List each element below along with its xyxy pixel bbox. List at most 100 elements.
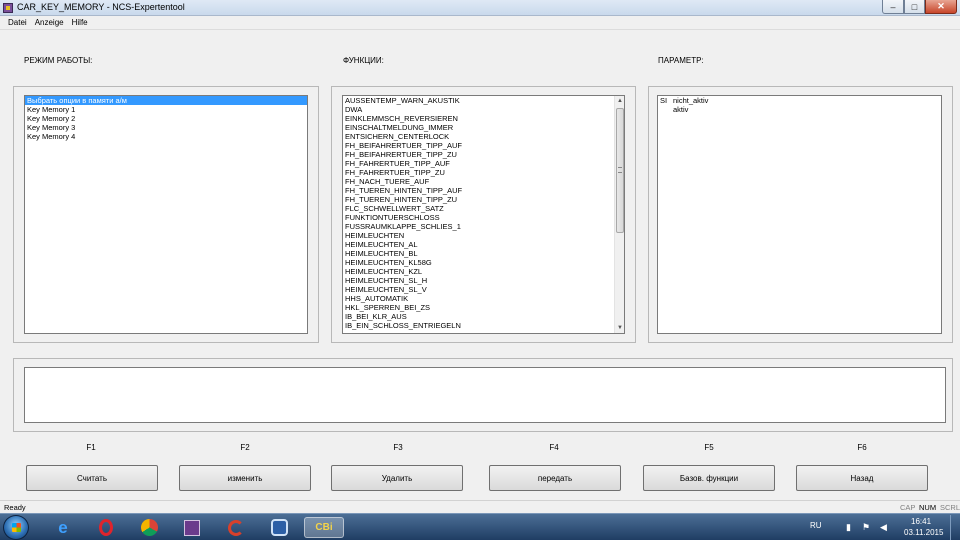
function-item[interactable]: FH_TUEREN_HINTEN_TIPP_AUF xyxy=(343,186,624,195)
scroll-up-icon[interactable]: ▲ xyxy=(615,96,624,106)
parameter-label: ПАРАМЕТР: xyxy=(658,56,704,65)
function-item[interactable]: ENTSICHERN_CENTERLOCK xyxy=(343,132,624,141)
volume-icon[interactable]: ◀ xyxy=(880,522,887,533)
function-item[interactable]: EINKLEMMSCH_REVERSIEREN xyxy=(343,114,624,123)
mode-label: РЕЖИМ РАБОТЫ: xyxy=(24,56,93,65)
parameter-key: SI xyxy=(660,96,668,105)
f3-label: F3 xyxy=(393,443,403,452)
parameter-value: aktiv xyxy=(673,105,689,114)
scroll-lock-indicator: SCRL xyxy=(940,503,960,512)
function-item[interactable]: IB_EIN_SCHLOSS_ENTRIEGELN xyxy=(343,321,624,330)
read-button[interactable]: Считать xyxy=(26,465,158,491)
parameter-key xyxy=(660,105,673,114)
function-item[interactable]: HKL_SPERREN_BEI_ZS xyxy=(343,303,624,312)
function-item[interactable]: HEIMLEUCHTEN_SL_V xyxy=(343,285,624,294)
back-button[interactable]: Назад xyxy=(796,465,928,491)
change-button[interactable]: изменить xyxy=(179,465,311,491)
ccleaner-icon[interactable] xyxy=(225,517,247,538)
menu-anzeige[interactable]: Anzeige xyxy=(31,18,68,27)
app-icon xyxy=(3,3,13,13)
transfer-button[interactable]: передать xyxy=(489,465,621,491)
functions-rows: AUSSENTEMP_WARN_AKUSTIK DWA EINKLEMMSCH_RE… xyxy=(343,96,624,330)
parameter-value: nicht_aktiv xyxy=(673,96,709,105)
close-button[interactable]: ✕ xyxy=(925,0,957,14)
maximize-icon: □ xyxy=(911,1,918,12)
chrome-icon[interactable] xyxy=(138,517,160,538)
f2-label: F2 xyxy=(240,443,250,452)
function-item[interactable]: HEIMLEUCHTEN_KL58G xyxy=(343,258,624,267)
status-ready: Ready xyxy=(4,503,26,512)
f6-label: F6 xyxy=(857,443,867,452)
function-item[interactable]: FH_FAHRERTUER_TIPP_ZU xyxy=(343,168,624,177)
function-item[interactable]: FUSSRAUMKLAPPE_SCHLIES_1 xyxy=(343,222,624,231)
function-item[interactable]: HHS_AUTOMATIK xyxy=(343,294,624,303)
floppy-icon[interactable] xyxy=(181,517,203,538)
mode-panel: Выбрать опции в памяти а/м Key Memory 1 … xyxy=(13,86,319,343)
start-orb-icon[interactable] xyxy=(3,515,29,540)
mode-item[interactable]: Key Memory 2 xyxy=(25,114,307,123)
minimize-button[interactable]: – xyxy=(882,0,904,14)
functions-panel: AUSSENTEMP_WARN_AKUSTIK DWA EINKLEMMSCH_RE… xyxy=(331,86,636,343)
function-item[interactable]: DWA xyxy=(343,105,624,114)
maximize-button[interactable]: □ xyxy=(904,0,925,14)
show-desktop-button[interactable] xyxy=(950,515,959,540)
num-indicator: NUM xyxy=(919,503,937,512)
function-item[interactable]: FH_BEIFAHRERTUER_TIPP_AUF xyxy=(343,141,624,150)
scroll-thumb[interactable] xyxy=(616,108,624,233)
message-box xyxy=(24,367,946,423)
language-indicator[interactable]: RU xyxy=(810,521,822,530)
f1-label: F1 xyxy=(86,443,96,452)
function-item[interactable]: HEIMLEUCHTEN_AL xyxy=(343,240,624,249)
function-item[interactable]: HEIMLEUCHTEN_BL xyxy=(343,249,624,258)
function-item[interactable]: FLC_SCHWELLWERT_SATZ xyxy=(343,204,624,213)
function-item[interactable]: EINSCHALTMELDUNG_IMMER xyxy=(343,123,624,132)
menu-datei[interactable]: Datei xyxy=(4,18,31,27)
f5-label: F5 xyxy=(704,443,714,452)
mode-item[interactable]: Key Memory 3 xyxy=(25,123,307,132)
window-title: CAR_KEY_MEMORY - NCS-Expertentool xyxy=(17,2,185,12)
ncs-expert-icon: CBi xyxy=(315,522,333,533)
clock-time[interactable]: 16:41 xyxy=(911,517,931,526)
app-circle-icon[interactable] xyxy=(268,517,290,538)
parameter-panel: SI nicht_aktiv aktiv xyxy=(648,86,953,343)
function-item[interactable]: FUNKTIONTUERSCHLOSS xyxy=(343,213,624,222)
caps-indicator: CAP xyxy=(900,503,916,512)
scroll-down-icon[interactable]: ▼ xyxy=(615,323,624,333)
function-item[interactable]: HEIMLEUCHTEN xyxy=(343,231,624,240)
network-icon[interactable]: ⚑ xyxy=(862,522,870,533)
function-item[interactable]: AUSSENTEMP_WARN_AKUSTIK xyxy=(343,96,624,105)
delete-button[interactable]: Удалить xyxy=(331,465,463,491)
parameter-item[interactable]: SI nicht_aktiv xyxy=(658,96,941,105)
function-item[interactable]: HEIMLEUCHTEN_SL_H xyxy=(343,276,624,285)
function-item[interactable]: FH_FAHRERTUER_TIPP_AUF xyxy=(343,159,624,168)
ncs-expert-taskbar-button[interactable]: CBi xyxy=(304,517,344,538)
function-item[interactable]: HEIMLEUCHTEN_KZL xyxy=(343,267,624,276)
f4-label: F4 xyxy=(549,443,559,452)
parameter-item[interactable]: aktiv xyxy=(658,105,941,114)
base-functions-button[interactable]: Базов. функции xyxy=(643,465,775,491)
title-bar: CAR_KEY_MEMORY - NCS-Expertentool – □ ✕ xyxy=(0,0,960,16)
minimize-icon: – xyxy=(890,1,896,12)
mode-item[interactable]: Выбрать опции в памяти а/м xyxy=(25,96,307,105)
opera-icon[interactable] xyxy=(95,517,117,538)
functions-scrollbar[interactable]: ▲ ▼ xyxy=(614,96,624,333)
menu-hilfe[interactable]: Hilfe xyxy=(68,18,92,27)
function-item[interactable]: FH_BEIFAHRERTUER_TIPP_ZU xyxy=(343,150,624,159)
function-item[interactable]: IB_BEI_KLR_AUS xyxy=(343,312,624,321)
clock-date[interactable]: 03.11.2015 xyxy=(904,528,943,537)
mode-item[interactable]: Key Memory 1 xyxy=(25,105,307,114)
function-item[interactable]: FH_TUEREN_HINTEN_TIPP_ZU xyxy=(343,195,624,204)
parameter-listbox[interactable]: SI nicht_aktiv aktiv xyxy=(657,95,942,334)
taskbar: e CBi RU ▮ ⚑ ◀ 16:41 03.11.2015 xyxy=(0,513,960,540)
internet-explorer-icon[interactable]: e xyxy=(52,517,74,538)
message-panel xyxy=(13,358,953,432)
mode-item[interactable]: Key Memory 4 xyxy=(25,132,307,141)
security-icon[interactable]: ▮ xyxy=(846,522,851,533)
function-item[interactable]: FH_NACH_TUERE_AUF xyxy=(343,177,624,186)
close-icon: ✕ xyxy=(937,1,945,11)
functions-listbox[interactable]: AUSSENTEMP_WARN_AKUSTIK DWA EINKLEMMSCH_RE… xyxy=(342,95,625,334)
menu-bar: Datei Anzeige Hilfe xyxy=(0,16,960,30)
mode-listbox[interactable]: Выбрать опции в памяти а/м Key Memory 1 … xyxy=(24,95,308,334)
status-bar: Ready CAP NUM SCRL xyxy=(0,500,960,513)
functions-label: ФУНКЦИИ: xyxy=(343,56,384,65)
